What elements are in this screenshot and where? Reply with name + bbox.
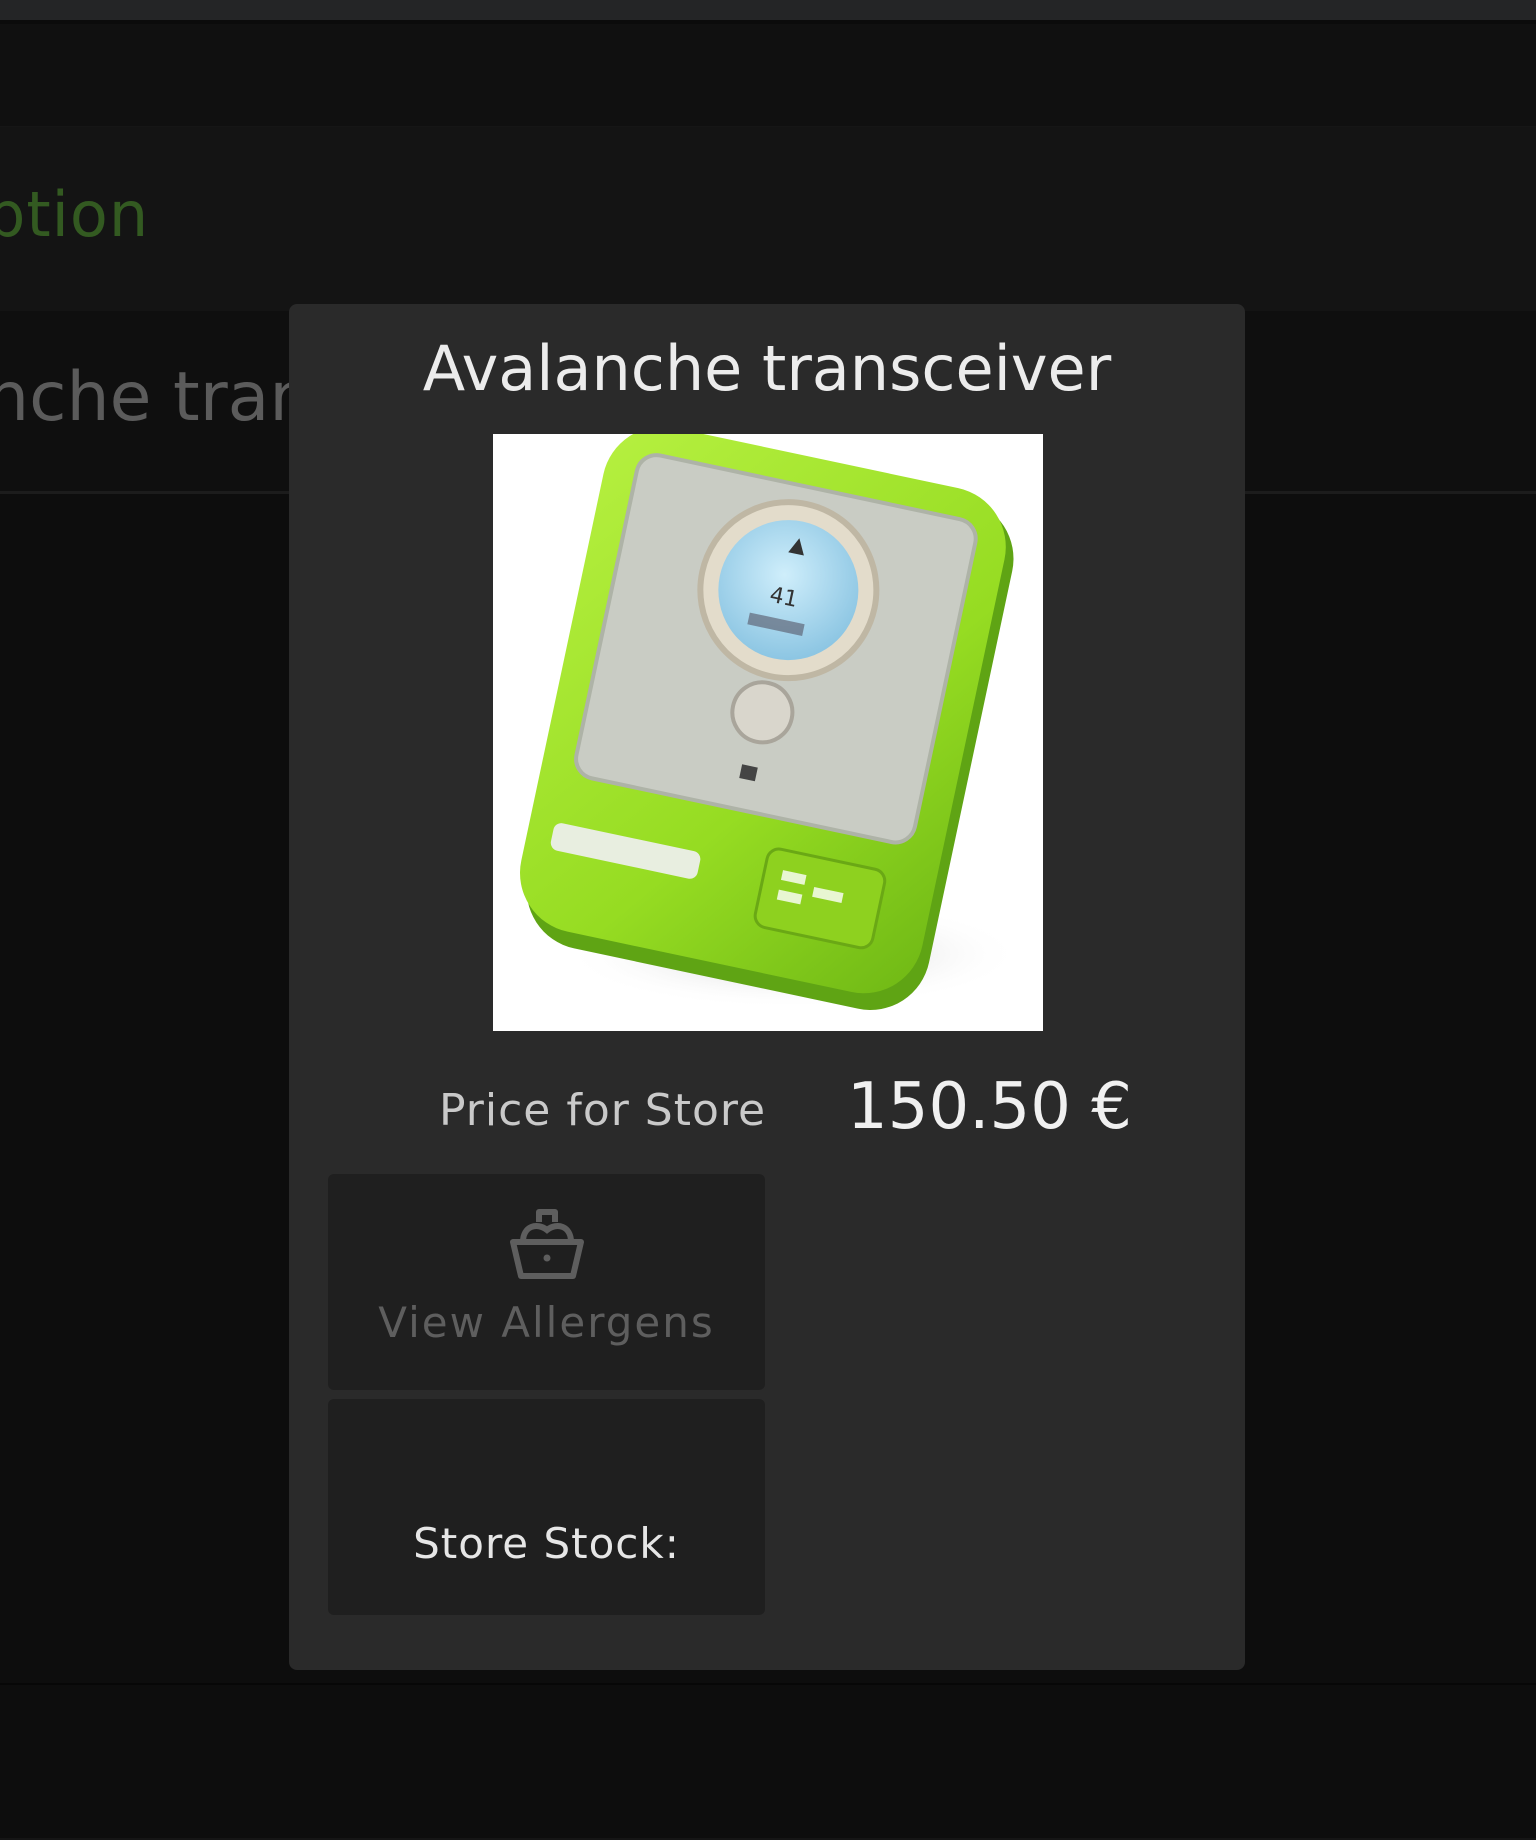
price-value: 150.50 € (847, 1070, 1132, 1144)
store-stock-label: Store Stock: (413, 1519, 680, 1568)
view-allergens-label: View Allergens (378, 1298, 715, 1347)
product-image: 41 (493, 434, 1043, 1031)
modal-title: Avalanche transceiver (422, 332, 1112, 405)
view-allergens-button[interactable]: View Allergens (328, 1174, 765, 1390)
avalanche-transceiver-illustration: 41 (520, 434, 1023, 1010)
product-detail-modal: Avalanche transceiver 41 Price for Store… (289, 304, 1245, 1670)
store-stock-button[interactable]: Store Stock: (328, 1399, 765, 1615)
price-label: Price for Store (439, 1085, 767, 1136)
basket-icon (510, 1209, 584, 1279)
